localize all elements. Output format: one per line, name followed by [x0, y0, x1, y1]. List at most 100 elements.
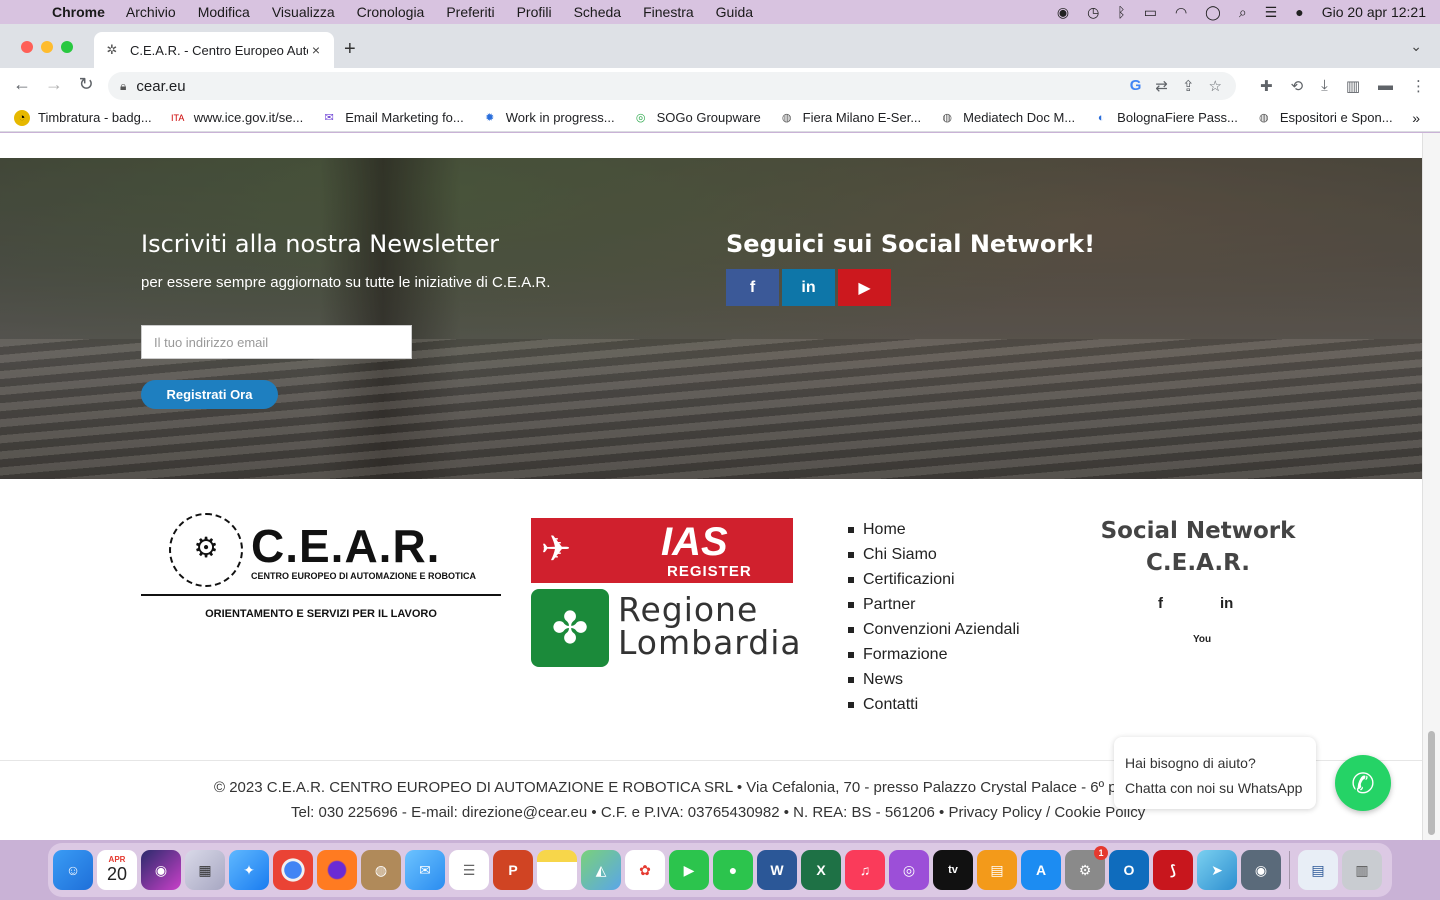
cear-logo[interactable]: ⚙ C.E.A.R. CENTRO EUROPEO DI AUTOMAZIONE… — [141, 513, 501, 623]
notes-icon[interactable] — [537, 850, 577, 890]
back-arrow-icon[interactable]: ← — [10, 74, 34, 95]
profile-avatar-icon[interactable]: ▬ — [1378, 77, 1393, 95]
facetime-icon[interactable]: ▶ — [669, 850, 709, 890]
safari-icon[interactable]: ✦ — [229, 850, 269, 890]
footer-link-news[interactable]: News — [848, 667, 1020, 692]
whatsapp-chat-bubble[interactable]: Hai bisogno di aiuto? Chatta con noi su … — [1114, 737, 1316, 809]
footer-link-partner[interactable]: Partner — [848, 592, 1020, 617]
browser-tab-cear[interactable]: ✲ C.E.A.R. - Centro Europeo Auto × — [94, 32, 334, 68]
finder-icon[interactable]: ☺ — [53, 850, 93, 890]
page-scrollbar[interactable] — [1422, 133, 1440, 840]
address-bar[interactable]: 🔒︎ cear.eu — [108, 72, 1236, 100]
google-lens-icon[interactable]: G — [1130, 77, 1142, 95]
sync-extension-icon[interactable]: ⟲ — [1291, 77, 1304, 95]
menu-finestra[interactable]: Finestra — [643, 4, 694, 20]
siri-icon[interactable]: ● — [1295, 4, 1303, 20]
siri-app-icon[interactable]: ◉ — [141, 850, 181, 890]
bookmark-bolognafiere[interactable]: ◐ BolognaFiere Pass... — [1093, 110, 1238, 126]
maps-icon[interactable]: ◭ — [581, 850, 621, 890]
firefox-icon[interactable] — [317, 850, 357, 890]
tab-search-chevron-icon[interactable]: ⌄ — [1410, 38, 1422, 55]
window-zoom-button[interactable] — [61, 41, 73, 53]
linkedin-button[interactable]: in — [782, 269, 835, 306]
newsletter-register-button[interactable]: Registrati Ora — [141, 380, 278, 409]
footer-link-chi-siamo[interactable]: Chi Siamo — [848, 542, 1020, 567]
new-tab-button[interactable]: + — [344, 38, 356, 61]
menu-guida[interactable]: Guida — [716, 4, 753, 20]
system-settings-icon[interactable]: ⚙ 1 — [1065, 846, 1108, 890]
bookmark-work-in-progress[interactable]: ✹ Work in progress... — [482, 110, 614, 126]
bookmark-email-marketing[interactable]: ✉ Email Marketing fo... — [321, 110, 464, 126]
chrome-icon[interactable] — [273, 850, 313, 890]
chrome-menu-icon[interactable]: ⋮ — [1411, 77, 1426, 95]
preview-icon[interactable]: ◉ — [1241, 850, 1281, 890]
regione-lombardia-logo-text[interactable]: Regione Lombardia — [618, 593, 802, 659]
trash-icon[interactable]: ▥ — [1342, 850, 1382, 890]
menu-app-chrome[interactable]: Chrome — [52, 4, 105, 20]
menu-preferiti[interactable]: Preferiti — [446, 4, 494, 20]
bookmark-mediatech[interactable]: ◍ Mediatech Doc M... — [939, 110, 1075, 126]
youtube-button[interactable]: ▶ — [838, 269, 891, 306]
footer-youtube-icon[interactable]: You — [1193, 634, 1211, 645]
messages-icon[interactable]: ● — [713, 850, 753, 890]
acrobat-icon[interactable]: ⟆ — [1153, 850, 1193, 890]
footer-facebook-icon[interactable]: f — [1158, 595, 1163, 612]
lock-icon[interactable]: 🔒︎ — [120, 79, 126, 94]
menu-profili[interactable]: Profili — [517, 4, 552, 20]
podcasts-icon[interactable]: ◎ — [889, 850, 929, 890]
window-minimize-button[interactable] — [41, 41, 53, 53]
bluetooth-icon[interactable]: ᛒ — [1117, 4, 1125, 20]
translate-icon[interactable]: ⇄ — [1155, 77, 1168, 95]
footer-link-contatti[interactable]: Contatti — [848, 692, 1020, 717]
word-document-thumbnail[interactable]: ▤ — [1298, 850, 1338, 890]
newsletter-email-input[interactable] — [141, 325, 412, 359]
apple-tv-icon[interactable]: tv — [933, 850, 973, 890]
whatsapp-button[interactable]: ✆ — [1335, 755, 1391, 811]
forward-arrow-icon[interactable]: → — [42, 74, 66, 95]
footer-linkedin-icon[interactable]: in — [1220, 595, 1233, 612]
books-icon[interactable]: ▤ — [977, 850, 1017, 890]
menu-visualizza[interactable]: Visualizza — [272, 4, 335, 20]
spotlight-search-icon[interactable]: ⌕ — [1239, 4, 1247, 21]
screen-share-icon[interactable]: ◉ — [1057, 4, 1069, 21]
reload-icon[interactable]: ↻ — [74, 74, 98, 95]
footer-link-formazione[interactable]: Formazione — [848, 642, 1020, 667]
airmail-icon[interactable]: ➤ — [1197, 850, 1237, 890]
side-panel-icon[interactable]: ▥ — [1346, 77, 1360, 95]
photos-icon[interactable]: ✿ — [625, 850, 665, 890]
menu-modifica[interactable]: Modifica — [198, 4, 250, 20]
word-icon[interactable]: W — [757, 850, 797, 890]
reminders-icon[interactable]: ☰ — [449, 850, 489, 890]
bookmark-star-icon[interactable]: ☆ — [1209, 77, 1222, 95]
extensions-puzzle-icon[interactable]: ✚ — [1260, 77, 1273, 95]
time-machine-icon[interactable]: ◷ — [1087, 4, 1099, 21]
powerpoint-icon[interactable]: P — [493, 850, 533, 890]
bookmark-timbratura[interactable]: ◔ Timbratura - badg... — [14, 109, 152, 126]
music-icon[interactable]: ♫ — [845, 850, 885, 890]
bookmark-ice[interactable]: ITA www.ice.gov.it/se... — [170, 110, 303, 126]
bookmarks-overflow-icon[interactable]: » — [1412, 110, 1420, 126]
launchpad-icon[interactable]: ▦ — [185, 850, 225, 890]
calendar-icon[interactable]: APR 20 — [97, 850, 137, 890]
menu-cronologia[interactable]: Cronologia — [357, 4, 425, 20]
mail-app-icon[interactable]: ✉ — [405, 850, 445, 890]
footer-link-convenzioni[interactable]: Convenzioni Aziendali — [848, 617, 1020, 642]
tab-close-icon[interactable]: × — [308, 42, 324, 58]
contacts-icon[interactable]: ◍ — [361, 850, 401, 890]
menu-scheda[interactable]: Scheda — [574, 4, 621, 20]
control-center-icon[interactable]: ☰ — [1265, 4, 1278, 21]
ias-register-logo[interactable]: ✈ IAS REGISTER — [531, 518, 793, 583]
facebook-button[interactable]: f — [726, 269, 779, 306]
battery-icon[interactable]: ▭ — [1144, 4, 1157, 21]
menubar-clock[interactable]: Gio 20 apr 12:21 — [1322, 4, 1426, 20]
footer-link-home[interactable]: Home — [848, 517, 1020, 542]
bookmark-espositori[interactable]: ◍ Espositori e Spon... — [1256, 110, 1393, 126]
wifi-icon[interactable]: ◠ — [1175, 4, 1187, 21]
excel-icon[interactable]: X — [801, 850, 841, 890]
user-account-icon[interactable]: ◯ — [1205, 4, 1221, 21]
app-store-icon[interactable]: A — [1021, 850, 1061, 890]
lombardia-rose-icon[interactable]: ✤ — [531, 589, 609, 667]
window-close-button[interactable] — [21, 41, 33, 53]
outlook-icon[interactable]: O — [1109, 850, 1149, 890]
bookmark-fiera-milano[interactable]: ◍ Fiera Milano E-Ser... — [779, 110, 921, 126]
